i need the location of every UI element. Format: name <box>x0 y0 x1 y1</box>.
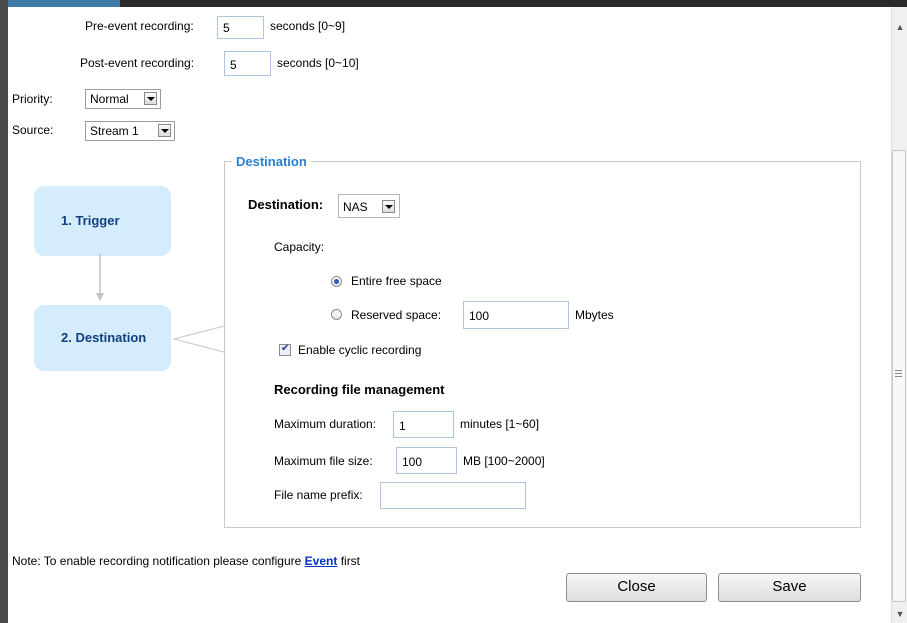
file-prefix-input[interactable] <box>380 482 526 509</box>
scroll-down-arrow-icon[interactable]: ▼ <box>895 609 905 619</box>
file-management-title: Recording file management <box>274 382 445 397</box>
pre-event-input[interactable]: 5 <box>217 16 264 39</box>
max-duration-hint: minutes [1~60] <box>460 417 540 431</box>
max-duration-input[interactable]: 1 <box>393 411 454 438</box>
priority-select[interactable]: Normal <box>85 89 161 109</box>
reserved-space-unit: Mbytes <box>575 308 614 322</box>
note-prefix: Note: To enable recording notification p… <box>12 554 302 568</box>
event-link[interactable]: Event <box>305 554 338 568</box>
max-file-size-input[interactable]: 100 <box>396 447 457 474</box>
destination-select[interactable]: NAS <box>338 194 400 218</box>
note-suffix: first <box>340 554 361 568</box>
capacity-label: Capacity: <box>274 240 325 254</box>
pre-event-hint: seconds [0~9] <box>270 19 346 33</box>
window-top-bar <box>0 0 907 7</box>
destination-label: Destination: <box>248 197 324 212</box>
entire-free-space-radio[interactable] <box>331 276 342 287</box>
close-button[interactable]: Close <box>566 573 707 602</box>
reserved-space-label: Reserved space: <box>351 308 442 322</box>
pre-event-label: Pre-event recording: <box>85 19 194 33</box>
step-trigger-label: 1. Trigger <box>61 213 120 228</box>
save-button[interactable]: Save <box>718 573 861 602</box>
window-left-border <box>0 0 8 623</box>
reserved-space-radio[interactable] <box>331 309 342 320</box>
step-destination-label: 2. Destination <box>61 330 147 345</box>
cyclic-recording-checkbox[interactable] <box>279 343 291 356</box>
priority-value: Normal <box>90 92 129 106</box>
step-trigger[interactable]: 1. Trigger <box>34 186 171 256</box>
cyclic-recording-label: Enable cyclic recording <box>298 343 422 357</box>
step-callout-pointer <box>171 325 225 353</box>
chevron-down-icon <box>382 200 395 213</box>
file-prefix-label: File name prefix: <box>274 488 363 502</box>
post-event-label: Post-event recording: <box>80 56 195 70</box>
scroll-up-arrow-icon[interactable]: ▲ <box>895 22 905 32</box>
entire-free-space-label: Entire free space <box>351 274 442 288</box>
reserved-space-input[interactable]: 100 <box>463 301 569 329</box>
chevron-down-icon <box>158 124 171 137</box>
post-event-hint: seconds [0~10] <box>277 56 359 70</box>
destination-value: NAS <box>343 200 368 214</box>
max-file-size-label: Maximum file size: <box>274 454 373 468</box>
scrollbar-grip-icon <box>895 370 903 379</box>
max-file-size-hint: MB [100~2000] <box>463 454 545 468</box>
source-select[interactable]: Stream 1 <box>85 121 175 141</box>
priority-label: Priority: <box>12 92 53 106</box>
window-top-accent <box>0 0 120 7</box>
destination-section-title: Destination <box>232 154 311 169</box>
chevron-down-icon <box>144 92 157 105</box>
step-destination[interactable]: 2. Destination <box>34 305 171 371</box>
note-text: Note: To enable recording notification p… <box>12 554 360 568</box>
source-label: Source: <box>12 123 54 137</box>
step-connector-arrow <box>96 254 104 301</box>
source-value: Stream 1 <box>90 124 139 138</box>
max-duration-label: Maximum duration: <box>274 417 377 431</box>
post-event-input[interactable]: 5 <box>224 51 271 76</box>
